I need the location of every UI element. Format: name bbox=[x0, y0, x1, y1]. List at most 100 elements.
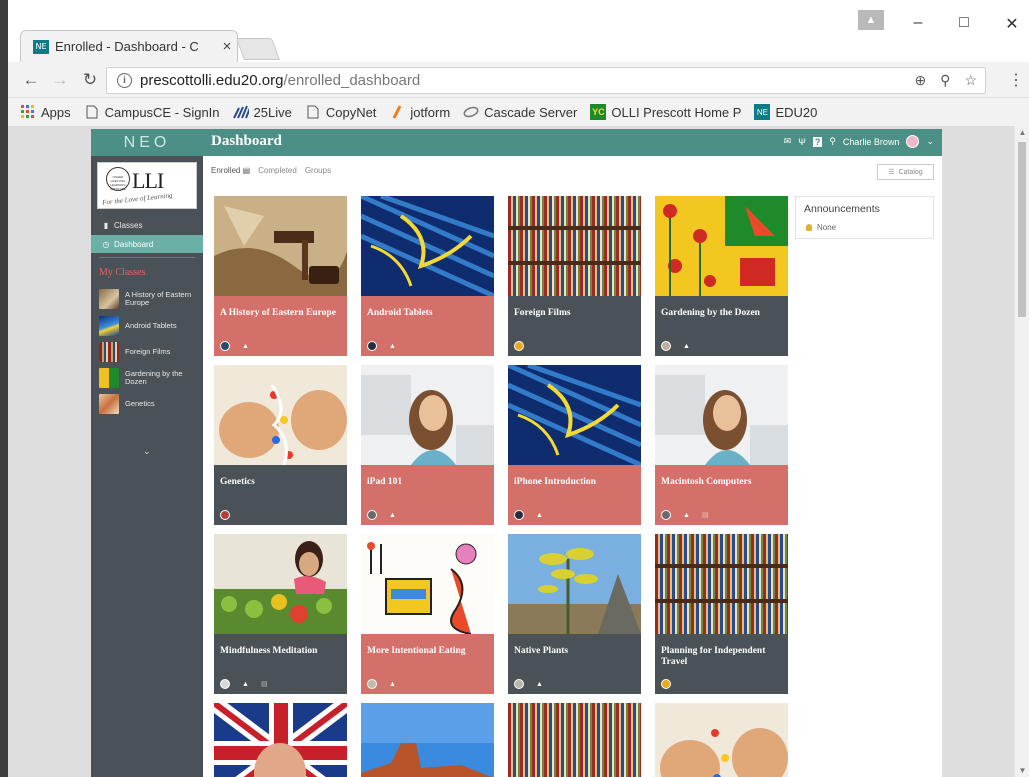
show-more-chevron-icon[interactable]: ⌄ bbox=[143, 446, 151, 457]
course-title: Macintosh Computers bbox=[661, 477, 752, 487]
course-card[interactable]: A History of Eastern Europe ▲ bbox=[214, 196, 347, 356]
bookmark-campusce[interactable]: CampusCE - SignIn bbox=[84, 104, 220, 120]
card-footer bbox=[220, 510, 230, 520]
course-card[interactable] bbox=[655, 703, 788, 777]
course-card[interactable]: Native Plants ▲ bbox=[508, 534, 641, 694]
bookmark-25live[interactable]: 25Live bbox=[232, 104, 292, 120]
tab-title: Enrolled - Dashboard - C bbox=[55, 39, 199, 54]
course-image bbox=[655, 365, 788, 465]
instructor-avatar-icon bbox=[220, 510, 230, 520]
catalog-button[interactable]: ☰ Catalog bbox=[877, 164, 934, 180]
instructor-avatar-icon bbox=[220, 679, 230, 689]
sidebar-class-item[interactable]: Genetics bbox=[99, 392, 199, 416]
info-icon[interactable]: i bbox=[117, 73, 132, 88]
new-tab-button[interactable] bbox=[235, 38, 281, 60]
page-icon bbox=[305, 104, 321, 120]
browser-tab[interactable]: NE Enrolled - Dashboard - C × bbox=[20, 30, 238, 62]
scroll-down-icon[interactable]: ▼ bbox=[1015, 766, 1029, 775]
sidebar-class-label: Android Tablets bbox=[125, 321, 177, 330]
bookmark-olli-prescott[interactable]: YC OLLI Prescott Home P bbox=[590, 104, 741, 120]
sidebar-item-dashboard[interactable]: ◷ Dashboard bbox=[91, 235, 203, 253]
card-footer bbox=[514, 341, 524, 351]
apps-grid-icon bbox=[20, 104, 36, 120]
back-icon[interactable]: ← bbox=[20, 70, 42, 90]
avatar[interactable] bbox=[906, 135, 920, 148]
signal-icon[interactable]: Ψ bbox=[798, 137, 806, 147]
bell-icon: ▲ bbox=[536, 680, 543, 688]
course-card[interactable] bbox=[214, 703, 347, 777]
sidebar-class-item[interactable]: Android Tablets bbox=[99, 314, 199, 338]
course-title: Mindfulness Meditation bbox=[220, 646, 318, 656]
sidebar-class-item[interactable]: Foreign Films bbox=[99, 340, 199, 364]
card-body: Macintosh Computers ▲ ▤ bbox=[655, 465, 788, 525]
course-card[interactable]: Planning for Independent Travel bbox=[655, 534, 788, 694]
app-top-bar: NEO Dashboard ✉ Ψ ? ⚲ Charlie Brown ⌄ bbox=[91, 129, 942, 156]
profile-icon[interactable]: ▲ bbox=[858, 10, 884, 30]
bookmark-star-icon[interactable]: ☆ bbox=[964, 72, 977, 89]
tab-close-icon[interactable]: × bbox=[217, 38, 237, 55]
bookmark-jotform[interactable]: jotform bbox=[389, 104, 450, 120]
course-card[interactable]: iPhone Introduction ▲ bbox=[508, 365, 641, 525]
card-footer: ▲ bbox=[367, 510, 396, 520]
scroll-up-icon[interactable]: ▲ bbox=[1015, 128, 1029, 137]
course-title: Native Plants bbox=[514, 646, 569, 656]
course-card[interactable]: Gardening by the Dozen ▲ bbox=[655, 196, 788, 356]
class-thumbnail bbox=[99, 368, 119, 388]
card-footer: ▲ bbox=[220, 341, 249, 351]
course-card[interactable]: Mindfulness Meditation ▲ ▤ bbox=[214, 534, 347, 694]
tab-enrolled[interactable]: Enrolled ▤ bbox=[211, 166, 250, 175]
course-card[interactable]: Genetics bbox=[214, 365, 347, 525]
bookmark-label: Apps bbox=[41, 104, 71, 120]
card-body: Planning for Independent Travel bbox=[655, 634, 788, 694]
chrome-menu-icon[interactable]: ⋮ bbox=[1008, 70, 1024, 90]
bookmark-apps[interactable]: Apps bbox=[20, 104, 71, 120]
neo-logo[interactable]: NEO bbox=[91, 129, 203, 156]
card-body: iPhone Introduction ▲ bbox=[508, 465, 641, 525]
help-icon[interactable]: ? bbox=[812, 136, 823, 147]
scroll-thumb[interactable] bbox=[1018, 142, 1026, 317]
main-content: Enrolled ▤ Completed Groups ☰ Catalog A … bbox=[203, 156, 942, 777]
neo-favicon-icon: NE bbox=[33, 39, 49, 54]
bookmark-cascade[interactable]: Cascade Server bbox=[463, 104, 577, 120]
tab-groups[interactable]: Groups bbox=[305, 166, 331, 175]
top-bar-actions: ✉ Ψ ? ⚲ Charlie Brown ⌄ bbox=[784, 135, 934, 148]
tab-completed[interactable]: Completed bbox=[258, 166, 297, 175]
card-body: Native Plants ▲ bbox=[508, 634, 641, 694]
course-card[interactable]: Macintosh Computers ▲ ▤ bbox=[655, 365, 788, 525]
instructor-avatar-icon bbox=[661, 341, 671, 351]
olli-logo: OSHER LIFELONG LEARNING INSTITUTE LLI Fo… bbox=[97, 162, 197, 209]
chevron-down-icon[interactable]: ⌄ bbox=[926, 136, 934, 147]
search-icon[interactable]: ⚲ bbox=[829, 136, 836, 147]
user-name[interactable]: Charlie Brown bbox=[843, 137, 900, 147]
close-window-icon[interactable]: ✕ bbox=[1002, 14, 1022, 34]
zoom-icon[interactable]: ⊕ bbox=[914, 72, 926, 89]
card-body: Android Tablets ▲ bbox=[361, 296, 494, 356]
maximize-icon[interactable]: □ bbox=[954, 14, 974, 32]
bookmark-copynet[interactable]: CopyNet bbox=[305, 104, 376, 120]
address-bar[interactable]: i prescottolli.edu20.org /enrolled_dashb… bbox=[106, 67, 986, 94]
page-scrollbar[interactable]: ▲ ▼ bbox=[1014, 126, 1029, 777]
url-host: prescottolli.edu20.org bbox=[140, 72, 284, 89]
mail-icon[interactable]: ✉ bbox=[784, 136, 792, 147]
pin-icon[interactable]: ⚲ bbox=[940, 72, 950, 89]
neo-app: NEO Dashboard ✉ Ψ ? ⚲ Charlie Brown ⌄ OS… bbox=[91, 129, 942, 777]
course-card[interactable]: Android Tablets ▲ bbox=[361, 196, 494, 356]
course-card[interactable] bbox=[361, 703, 494, 777]
sidebar-class-item[interactable]: Gardening by the Dozen bbox=[99, 366, 199, 390]
sidebar-item-classes[interactable]: ▮ Classes bbox=[91, 216, 203, 234]
course-card[interactable]: Foreign Films bbox=[508, 196, 641, 356]
sidebar-class-item[interactable]: A History of Eastern Europe bbox=[99, 287, 199, 311]
minimize-icon[interactable]: – bbox=[908, 14, 928, 32]
olli-seal: OSHER LIFELONG LEARNING INSTITUTE bbox=[106, 167, 130, 191]
forward-icon[interactable]: → bbox=[49, 70, 71, 90]
course-card[interactable] bbox=[508, 703, 641, 777]
bookmark-edu20[interactable]: NE EDU20 bbox=[754, 104, 817, 120]
reload-icon[interactable]: ↻ bbox=[79, 70, 101, 90]
course-image bbox=[361, 365, 494, 465]
course-card[interactable]: iPad 101 ▲ bbox=[361, 365, 494, 525]
course-image bbox=[214, 365, 347, 465]
course-card[interactable]: More Intentional Eating ▲ bbox=[361, 534, 494, 694]
course-title: A History of Eastern Europe bbox=[220, 308, 336, 318]
card-body: Gardening by the Dozen ▲ bbox=[655, 296, 788, 356]
sidebar-divider bbox=[99, 257, 195, 258]
